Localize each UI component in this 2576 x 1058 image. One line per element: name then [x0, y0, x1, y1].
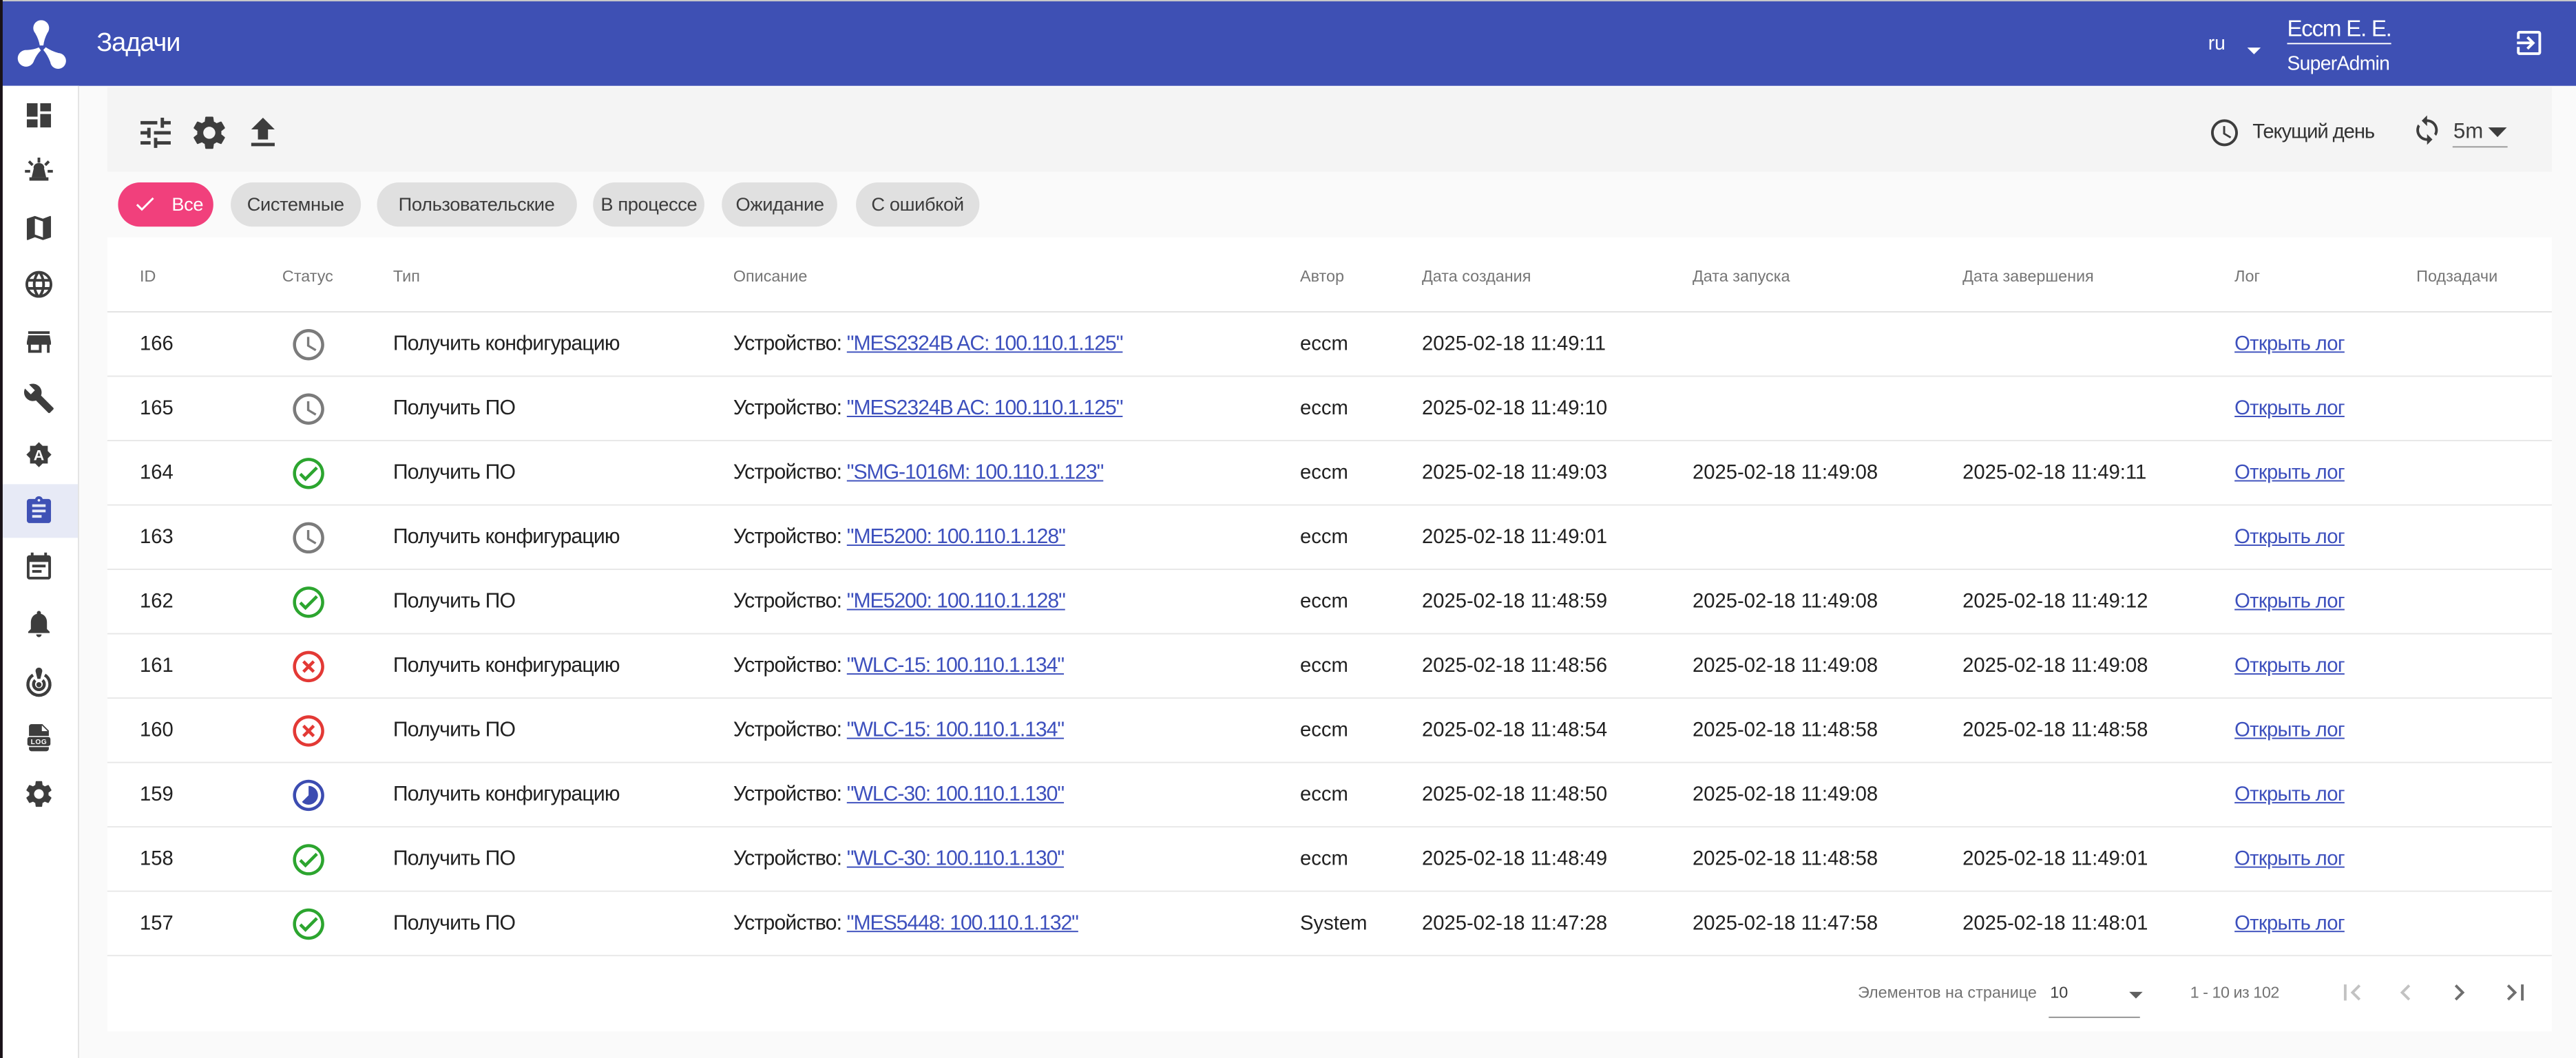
svg-text:A: A — [34, 447, 44, 464]
svg-text:LOG: LOG — [31, 738, 48, 745]
